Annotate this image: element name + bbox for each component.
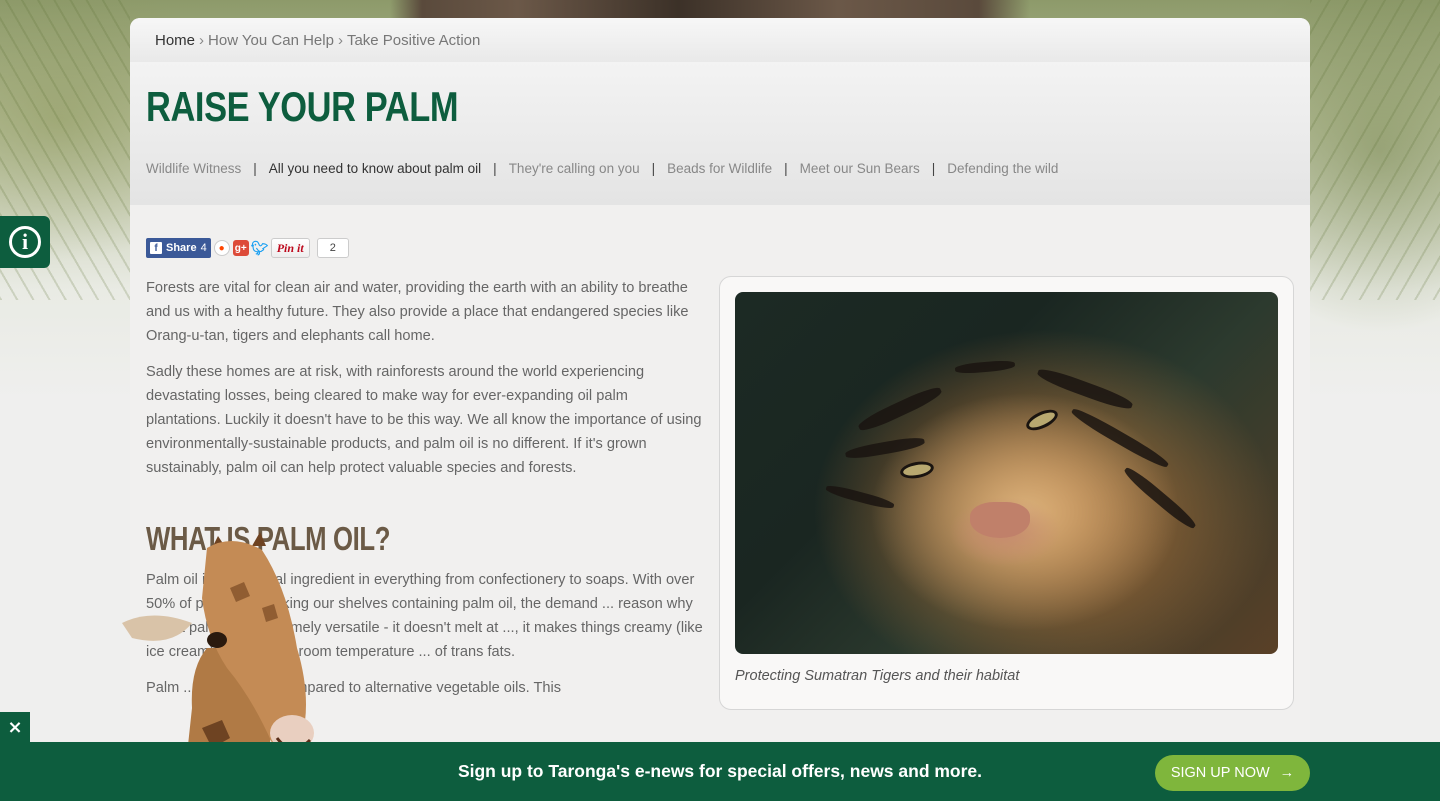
- info-icon: i: [9, 226, 41, 258]
- article-paragraph: Forests are vital for clean air and wate…: [146, 280, 689, 344]
- facebook-share-button[interactable]: f Share 4: [146, 238, 211, 258]
- facebook-share-count: 4: [200, 242, 207, 254]
- subnav-item-sun-bears[interactable]: Meet our Sun Bears: [800, 161, 920, 176]
- subnav-item-beads-for-wildlife[interactable]: Beads for Wildlife: [667, 161, 772, 176]
- breadcrumb: Home › How You Can Help › Take Positive …: [130, 18, 1310, 62]
- subnav-item-calling-on-you[interactable]: They're calling on you: [509, 161, 640, 176]
- share-bar: f Share 4 ● g+ 🐦︎ Pin it 2: [146, 237, 349, 259]
- background-animal: [390, 0, 1030, 18]
- signup-now-button[interactable]: SIGN UP NOW →: [1155, 755, 1310, 791]
- background-grass-right: [1310, 0, 1440, 300]
- article-paragraph: Sadly these homes are at risk, with rain…: [146, 364, 702, 476]
- subnav-separator: |: [651, 161, 656, 176]
- pinterest-count: 2: [316, 238, 349, 258]
- facebook-icon: f: [150, 242, 162, 254]
- tiger-figure: Protecting Sumatran Tigers and their hab…: [719, 276, 1294, 710]
- subnav-item-palm-oil[interactable]: All you need to know about palm oil: [269, 161, 481, 176]
- breadcrumb-how-you-can-help[interactable]: How You Can Help: [208, 32, 334, 49]
- close-banner-button[interactable]: ×: [0, 712, 30, 742]
- subnav-separator: |: [931, 161, 936, 176]
- tiger-photo: [735, 292, 1278, 654]
- facebook-share-label: Share: [166, 242, 197, 254]
- breadcrumb-separator: ›: [337, 31, 343, 49]
- subnav-item-wildlife-witness[interactable]: Wildlife Witness: [146, 161, 241, 176]
- arrow-right-icon: →: [1279, 765, 1295, 781]
- breadcrumb-take-positive-action[interactable]: Take Positive Action: [347, 32, 480, 49]
- subnav-separator: |: [253, 161, 257, 176]
- twitter-icon[interactable]: 🐦︎: [251, 240, 269, 256]
- page-header: RAISE YOUR PALM Wildlife Witness | All y…: [130, 62, 1310, 205]
- figure-caption: Protecting Sumatran Tigers and their hab…: [735, 668, 1020, 684]
- signup-banner: Sign up to Taronga's e-news for special …: [0, 742, 1440, 801]
- google-plus-icon[interactable]: g+: [232, 240, 249, 256]
- subnav-separator: |: [784, 161, 788, 176]
- info-tab[interactable]: i: [0, 216, 50, 268]
- breadcrumb-home[interactable]: Home: [155, 32, 195, 49]
- subnav-item-defending-the-wild[interactable]: Defending the wild: [947, 161, 1058, 176]
- sub-navigation: Wildlife Witness | All you need to know …: [146, 161, 1058, 176]
- subnav-separator: |: [493, 161, 497, 176]
- signup-button-label: SIGN UP NOW: [1170, 765, 1270, 781]
- page-title: RAISE YOUR PALM: [146, 83, 459, 130]
- breadcrumb-separator: ›: [199, 31, 205, 49]
- reddit-icon[interactable]: ●: [213, 240, 230, 256]
- pinterest-pin-button[interactable]: Pin it: [270, 238, 310, 258]
